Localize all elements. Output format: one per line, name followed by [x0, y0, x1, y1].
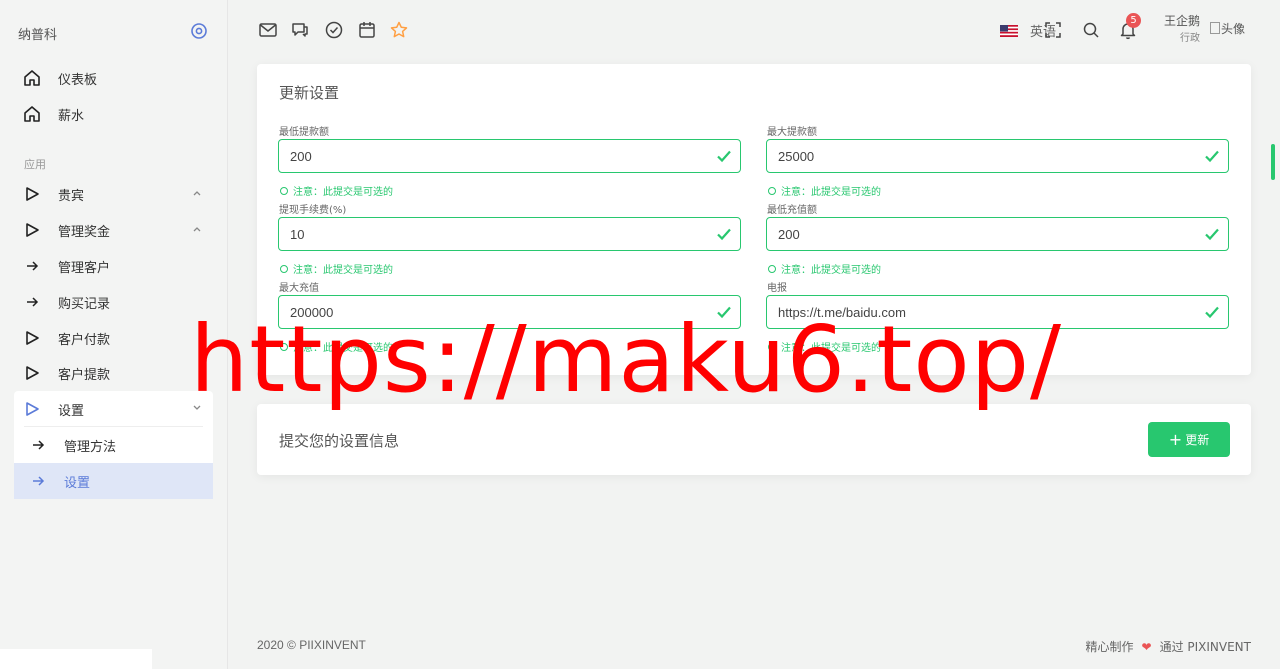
play-icon: [22, 363, 42, 383]
valid-check-icon: [1205, 306, 1219, 319]
sidebar-item-manage-customers[interactable]: 管理客户: [14, 248, 213, 284]
arrow-right-icon: [22, 292, 42, 312]
footer-made-with: 精心制作: [1085, 640, 1134, 654]
footer-by: 通过 PIXINVENT: [1159, 640, 1251, 654]
broken-image-icon: [1210, 22, 1220, 34]
fullscreen-icon[interactable]: [1043, 20, 1063, 40]
sidebar-item-label: 薪水: [58, 108, 85, 124]
notification-badge: 5: [1126, 13, 1141, 28]
sidebar-item-label: 客户付款: [58, 332, 111, 348]
optional-hint: 注意：此提交是可选的: [768, 261, 881, 276]
valid-check-icon: [717, 150, 731, 163]
sidebar-item-vip[interactable]: 贵宾: [14, 176, 213, 212]
valid-check-icon: [1205, 228, 1219, 241]
star-icon[interactable]: [389, 20, 409, 40]
optional-hint: 注意：此提交是可选的: [280, 183, 393, 198]
watermark-url: https://maku6.top/: [190, 306, 1063, 413]
card-title: 提交您的设置信息: [279, 432, 400, 450]
max-deposit-label: 最大充值: [279, 283, 319, 294]
sidebar-section-label: 应用: [24, 158, 46, 171]
arrow-right-icon: [28, 435, 48, 455]
min-deposit-input[interactable]: [766, 217, 1229, 251]
bottom-strip: [0, 649, 152, 669]
avatar-alt-text: 头像: [1221, 21, 1246, 36]
home-icon: [22, 104, 42, 124]
heart-icon: ❤: [1141, 639, 1152, 654]
sidebar-item-manage-methods[interactable]: 管理方法: [20, 427, 213, 463]
min-withdrawal-label: 最低提款额: [279, 127, 329, 138]
info-circle-icon: [768, 186, 776, 195]
play-icon: [22, 184, 42, 204]
sidebar-item-label: 购买记录: [58, 296, 111, 312]
search-icon[interactable]: [1081, 20, 1101, 40]
sidebar-item-label: 客户提款: [58, 367, 111, 383]
arrow-right-icon: [22, 256, 42, 276]
optional-hint: 注意：此提交是可选的: [768, 183, 881, 198]
sidebar-item-purchase-records[interactable]: 购买记录: [14, 284, 213, 320]
update-button[interactable]: + 更新: [1148, 422, 1230, 457]
max-withdrawal-label: 最大提款额: [767, 127, 817, 138]
home-icon: [22, 68, 42, 88]
sidebar-item-settings[interactable]: 设置: [14, 391, 213, 427]
sidebar-item-manage-bonus[interactable]: 管理奖金: [14, 212, 213, 248]
max-withdrawal-input[interactable]: [766, 139, 1229, 173]
info-circle-icon: [768, 264, 776, 273]
footer-credit: 精心制作 ❤ 通过 PIXINVENT: [1085, 638, 1251, 655]
sidebar-item-customer-withdrawals[interactable]: 客户提款: [14, 355, 213, 391]
min-deposit-label: 最低充值额: [767, 205, 817, 216]
play-icon: [22, 220, 42, 240]
info-circle-icon: [280, 186, 288, 195]
hint-text: 注意：此提交是可选的: [293, 265, 393, 276]
brand-name: 纳普科: [18, 28, 58, 43]
valid-check-icon: [717, 228, 731, 241]
sidebar-item-customer-payments[interactable]: 客户付款: [14, 320, 213, 356]
card-title: 更新设置: [279, 84, 340, 102]
chevron-up-icon: [193, 227, 201, 232]
telegram-label: 电报: [767, 283, 787, 294]
play-icon: [22, 399, 42, 419]
chevron-up-icon: [193, 191, 201, 196]
mail-icon[interactable]: [258, 20, 278, 40]
hint-text: 注意：此提交是可选的: [293, 187, 393, 198]
hint-text: 注意：此提交是可选的: [781, 187, 881, 198]
update-button-label: 更新: [1185, 433, 1210, 447]
info-circle-icon: [280, 264, 288, 273]
chat-icon[interactable]: [290, 20, 310, 40]
withdrawal-fee-input[interactable]: [278, 217, 741, 251]
play-icon: [22, 328, 42, 348]
hint-text: 注意：此提交是可选的: [781, 265, 881, 276]
avatar[interactable]: 头像: [1210, 18, 1250, 38]
check-circle-icon[interactable]: [324, 20, 344, 40]
min-withdrawal-input[interactable]: [278, 139, 741, 173]
sidebar-item-salary[interactable]: 薪水: [14, 96, 213, 132]
sidebar-item-label: 设置: [58, 403, 85, 419]
arrow-right-icon: [28, 471, 48, 491]
scrollbar-thumb[interactable]: [1271, 144, 1275, 180]
sidebar-item-dashboard[interactable]: 仪表板: [14, 60, 213, 96]
user-name[interactable]: 王企鹅: [1160, 12, 1200, 29]
sidebar-item-label: 管理奖金: [58, 224, 111, 240]
sidebar-item-label: 贵宾: [58, 188, 85, 204]
sidebar-item-label: 管理客户: [58, 260, 111, 276]
us-flag-icon: [1000, 24, 1018, 37]
user-role: 行政: [1180, 33, 1200, 44]
sidebar-toggle-icon[interactable]: [190, 22, 208, 40]
top-navbar: 英语 5 王企鹅 行政 头像: [228, 0, 1280, 60]
footer-copyright: 2020 © PIIXINVENT: [257, 638, 366, 652]
valid-check-icon: [1205, 150, 1219, 163]
sidebar-item-label: 仪表板: [58, 72, 98, 88]
withdrawal-fee-label: 提现手续费(%): [279, 205, 347, 216]
sidebar-item-label: 设置: [64, 475, 91, 491]
sidebar-item-label: 管理方法: [64, 439, 117, 455]
calendar-icon[interactable]: [357, 20, 377, 40]
optional-hint: 注意：此提交是可选的: [280, 261, 393, 276]
plus-icon: +: [1168, 429, 1183, 449]
sidebar-item-settings-page[interactable]: 设置: [14, 463, 213, 499]
